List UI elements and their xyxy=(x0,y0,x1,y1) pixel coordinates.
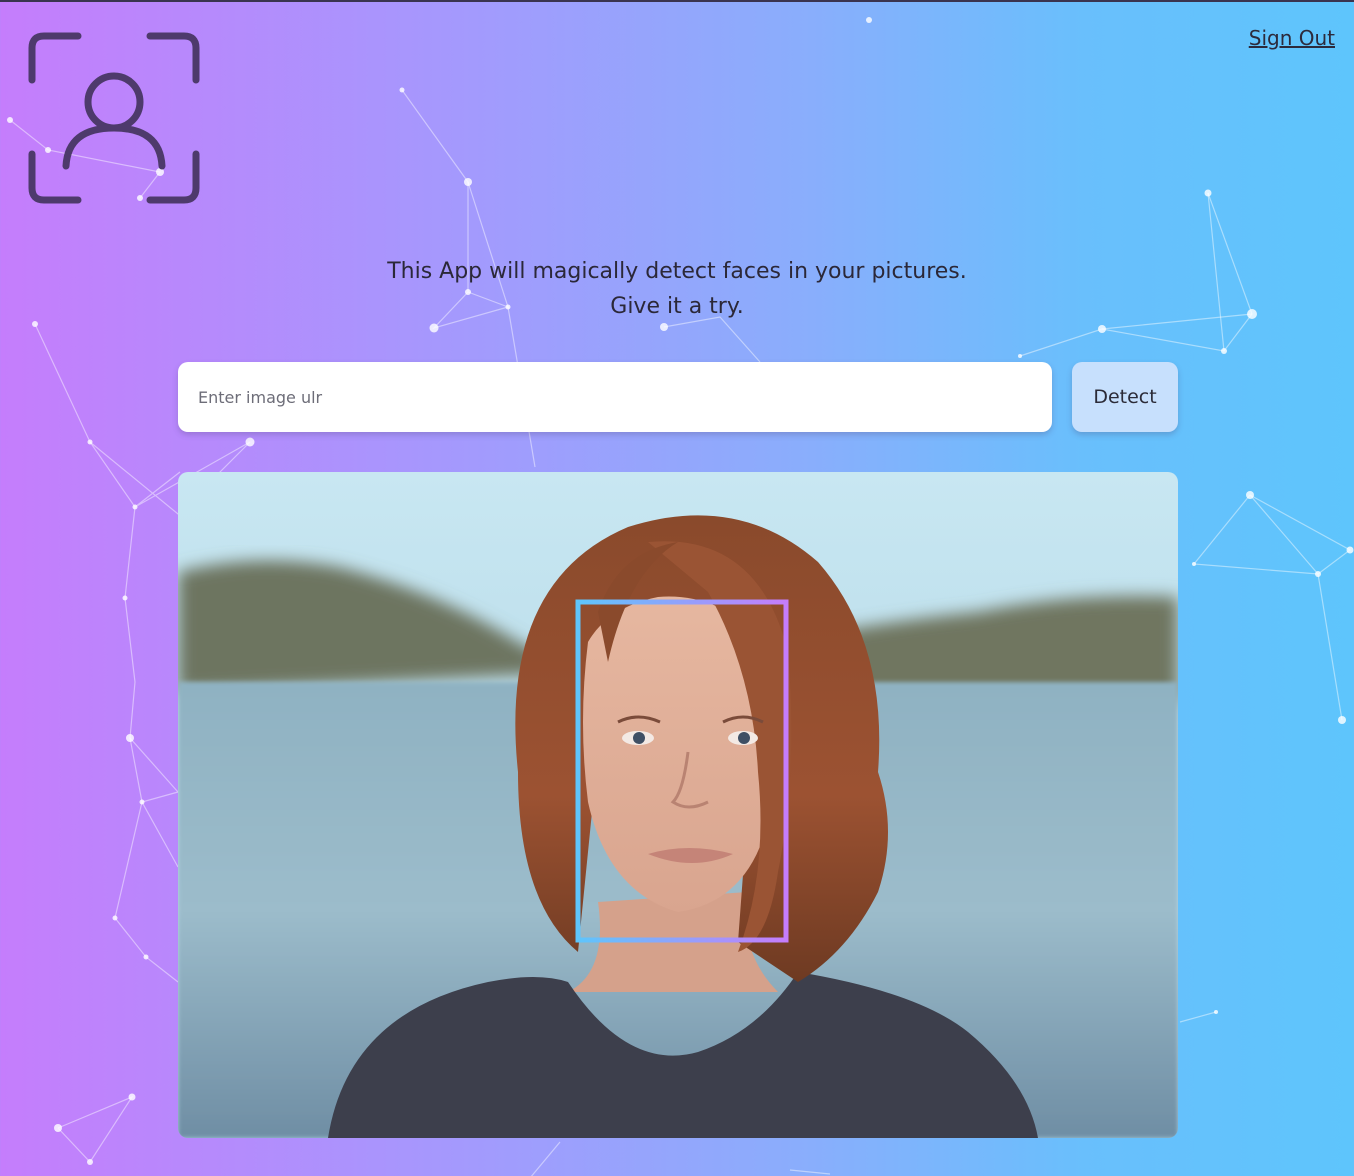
portrait-photo xyxy=(178,472,1178,1138)
tagline-line-1: This App will magically detect faces in … xyxy=(387,259,967,284)
result-image-container xyxy=(178,472,1178,1138)
image-url-input[interactable] xyxy=(178,362,1052,432)
tagline: This App will magically detect faces in … xyxy=(0,254,1354,324)
detect-button[interactable]: Detect xyxy=(1072,362,1178,432)
sign-out-link[interactable]: Sign Out xyxy=(1249,26,1335,50)
face-scan-icon xyxy=(28,32,200,204)
tagline-line-2: Give it a try. xyxy=(610,294,744,319)
